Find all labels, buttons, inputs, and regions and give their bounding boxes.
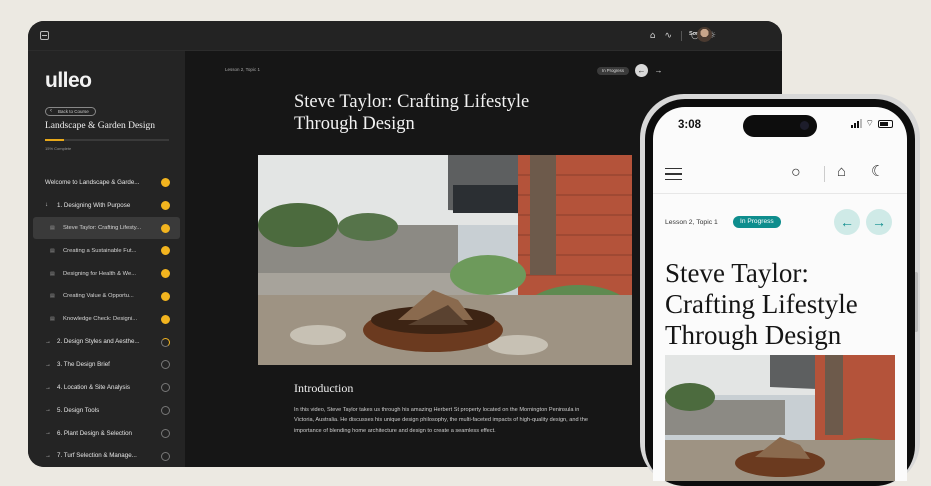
arrow-right-icon: → [45, 338, 51, 345]
page-title: Steve Taylor: Crafting Lifestyle Through… [294, 92, 530, 134]
completion-status-icon [161, 405, 170, 415]
divider [824, 166, 825, 182]
sidebar-item-label: 6. Plant Design & Selection [57, 429, 132, 437]
completion-status-icon [161, 269, 170, 279]
breadcrumb: Lesson 2, Topic 1 [665, 219, 718, 226]
divider [681, 31, 683, 41]
sidebar-topic-item[interactable]: ▤ Knowledge Check: Designi... [33, 308, 180, 331]
sidebar-topic-item[interactable]: ▤ Designing for Health & We... [33, 262, 180, 285]
home-icon[interactable]: ⌂ [837, 163, 846, 180]
progress-icon[interactable]: ∿ [665, 30, 673, 42]
arrow-right-icon: → [45, 361, 51, 368]
status-icons: ⌔ [850, 118, 893, 128]
sidebar-item[interactable]: → 2. Design Styles and Aesthe... [33, 331, 180, 354]
sidebar-topic-item[interactable]: ▤ Steve Taylor: Crafting Lifesty... [33, 216, 180, 240]
previous-lesson-button[interactable]: ← [834, 209, 860, 235]
course-title: Landscape & Garden Design [45, 121, 156, 131]
arrow-right-icon: → [45, 452, 51, 459]
completion-status-icon [161, 178, 170, 187]
lesson-video-thumbnail[interactable] [665, 355, 895, 481]
sidebar-item[interactable]: → 5. Design Tools [33, 399, 180, 422]
sidebar-item-label: 1. Designing With Purpose [57, 201, 131, 209]
next-lesson-button[interactable]: → [652, 64, 665, 77]
sidebar-item-label: Welcome to Landscape & Garde... [45, 178, 140, 186]
completion-status-icon [161, 383, 170, 393]
back-to-course-button[interactable]: Back to Course [45, 107, 96, 116]
page-title: Steve Taylor: Crafting Lifestyle Through… [665, 258, 858, 350]
arrow-right-icon: → [45, 430, 51, 437]
sidebar-item-label: Creating Value & Opportu... [63, 293, 134, 300]
sidebar-item[interactable]: → 7. Turf Selection & Manage... [33, 445, 180, 467]
completion-status-icon [161, 360, 170, 370]
completion-status-icon [161, 428, 170, 438]
sidebar-item-label: Designing for Health & We... [63, 270, 137, 277]
arrow-right-icon: → [45, 384, 51, 391]
sidebar-item-label: 3. The Design Brief [57, 361, 110, 369]
arrow-right-icon: → [45, 407, 51, 414]
sidebar-item-label: 7. Turf Selection & Manage... [57, 452, 137, 460]
completion-status-icon [161, 291, 170, 301]
chevron-down-icon: ↓ [45, 202, 48, 209]
mobile-device: 3:08 ⌔ ○ ⌂ ☾ Lesson 2, Topic 1 In Progre… [640, 94, 920, 486]
sidebar-item-label: Steve Taylor: Crafting Lifesty... [63, 224, 142, 231]
completion-status-icon [161, 223, 170, 233]
completion-status-icon [161, 337, 170, 347]
status-badge: In Progress [597, 67, 629, 75]
lesson-description: In this video, Steve Taylor takes us thr… [294, 407, 588, 434]
breadcrumb: Lesson 2, Topic 1 [225, 67, 260, 72]
course-progress-bar [45, 139, 169, 141]
completion-status-icon [161, 246, 170, 256]
sidebar-item[interactable]: → 4. Location & Site Analysis [33, 376, 180, 399]
sidebar-item[interactable]: Welcome to Landscape & Garde... [33, 171, 180, 194]
section-heading: Introduction [294, 381, 354, 395]
progress-text: 15% Complete [45, 146, 72, 151]
search-icon[interactable]: ○ [791, 164, 801, 182]
document-icon: ▤ [50, 316, 55, 323]
document-icon: ▤ [50, 247, 55, 254]
battery-icon [878, 119, 893, 128]
completion-status-icon [161, 200, 170, 210]
home-icon[interactable]: ⌂ [650, 30, 656, 42]
sidebar-topic-item[interactable]: ▤ Creating a Sustainable Fut... [33, 239, 180, 262]
garden-photo [665, 355, 895, 481]
sidebar-item[interactable]: → 6. Plant Design & Selection [33, 422, 180, 445]
logo[interactable]: ulleo [45, 69, 92, 93]
document-icon: ▤ [50, 270, 55, 277]
completion-status-icon [161, 451, 170, 461]
sidebar-item-label: Knowledge Check: Designi... [63, 316, 138, 323]
document-icon: ▤ [50, 293, 55, 300]
moon-icon[interactable]: ☾ [871, 162, 884, 180]
status-time: 3:08 [678, 119, 702, 131]
mobile-screen: 3:08 ⌔ ○ ⌂ ☾ Lesson 2, Topic 1 In Progre… [653, 107, 907, 481]
sidebar-item-label: 2. Design Styles and Aesthe... [57, 338, 140, 346]
next-lesson-button[interactable]: → [866, 209, 892, 235]
course-progress-fill [45, 139, 64, 141]
sidebar-item-label: Creating a Sustainable Fut... [63, 247, 137, 254]
garden-photo [258, 155, 632, 365]
previous-lesson-button[interactable]: ← [635, 64, 648, 77]
course-nav: Welcome to Landscape & Garde... ↓ 1. Desig… [33, 171, 180, 467]
top-bar: ⌂ ∿ ○ ☼ Sonia [28, 21, 782, 51]
document-icon: ▤ [50, 224, 55, 231]
sidebar-item-label: 5. Design Tools [57, 406, 100, 414]
avatar[interactable] [697, 27, 712, 42]
completion-status-icon [161, 314, 170, 324]
sidebar-item-label: 4. Location & Site Analysis [57, 384, 130, 392]
sidebar-topic-item[interactable]: ▤ Creating Value & Opportu... [33, 285, 180, 308]
sidebar-item[interactable]: ↓ 1. Designing With Purpose [33, 194, 180, 217]
menu-icon[interactable] [40, 31, 49, 40]
wifi-icon: ⌔ [865, 118, 874, 128]
lesson-video-thumbnail[interactable] [258, 155, 632, 365]
dynamic-island [743, 115, 817, 137]
hamburger-menu-icon[interactable] [665, 168, 682, 180]
mobile-header: ○ ⌂ ☾ [653, 152, 907, 194]
signal-icon [850, 119, 862, 128]
status-badge: In Progress [733, 216, 781, 228]
sidebar: ulleo Back to Course Landscape & Garden … [28, 51, 185, 467]
sidebar-item[interactable]: → 3. The Design Brief [33, 353, 180, 376]
